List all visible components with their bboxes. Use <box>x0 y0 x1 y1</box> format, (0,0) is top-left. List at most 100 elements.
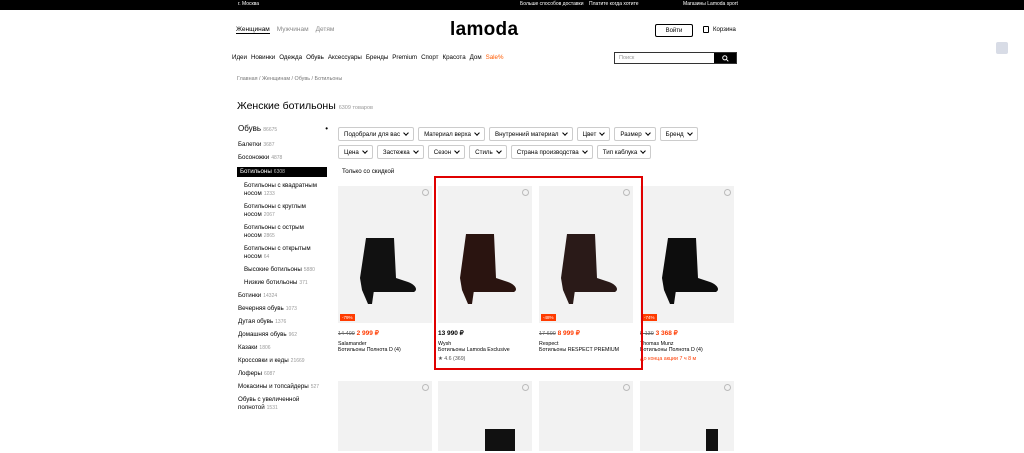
menu-item-shoes[interactable]: Обувь <box>306 54 324 61</box>
only-discount-toggle[interactable]: Только со скидкой <box>342 168 394 175</box>
logo[interactable]: lamoda <box>450 19 518 41</box>
sidebar-item[interactable]: Низкие ботильоны 371 <box>244 279 328 287</box>
favorite-heart-icon[interactable] <box>422 189 429 196</box>
tab-kids[interactable]: Детям <box>316 26 335 34</box>
product-card[interactable]: -79% 14 499 2 999 ₽ Salamander Ботильоны… <box>338 186 432 353</box>
sidebar-item[interactable]: Ботильоны с квадратным носом 1233 <box>244 182 328 198</box>
sidebar-item[interactable]: Ботильоны с круглым носом 2067 <box>244 203 328 219</box>
filter-chip[interactable]: Размер <box>614 127 656 141</box>
filter-chip[interactable]: Бренд <box>659 127 698 141</box>
chevron-down-icon <box>581 147 588 154</box>
menu-item-new[interactable]: Новинки <box>251 54 275 61</box>
cart-button[interactable]: Корзина <box>703 26 736 33</box>
old-price: 14 499 <box>338 331 355 337</box>
chevron-down-icon <box>362 147 368 154</box>
sidebar-item[interactable]: Высокие ботильоны 5880 <box>244 266 328 274</box>
favorite-heart-icon[interactable] <box>522 384 529 391</box>
search-button[interactable] <box>714 53 736 63</box>
boot-image <box>360 238 416 304</box>
filter-chip-label: Тип каблука <box>602 148 638 156</box>
sidebar-item-label: Ботильоны с открытым носом <box>244 245 311 260</box>
product-card[interactable]: -74% 5 139 3 368 ₽ Thomas Munz Ботильоны… <box>640 186 734 362</box>
page-title: Женские ботильоны 6309 товаров <box>237 100 373 112</box>
filter-bar: Подобрали для вас Материал верха Внутренни… <box>338 127 718 159</box>
sidebar-item[interactable]: Мокасины и топсайдеры 527 <box>238 383 328 391</box>
sidebar-item-count: 2865 <box>263 233 275 239</box>
product-image[interactable]: -79% <box>338 186 432 323</box>
filter-chip[interactable]: Внутренний материал <box>488 127 573 141</box>
translate-icon[interactable] <box>996 42 1008 54</box>
sidebar-item[interactable]: Казаки 1806 <box>238 344 328 352</box>
sidebar-item[interactable]: Ботильоны с острым носом 2865 <box>244 224 328 240</box>
tab-women[interactable]: Женщинам <box>236 26 270 34</box>
filter-chip[interactable]: Цена <box>338 145 373 159</box>
sidebar-item[interactable]: Обувь с увеличенной полнотой 1531 <box>238 396 328 412</box>
menu-item-sport[interactable]: Спорт <box>421 54 438 61</box>
payment-info[interactable]: Платите когда хотите <box>589 1 639 7</box>
city-selector[interactable]: г. Москва <box>238 1 259 7</box>
sidebar-item-label: Ботильоны <box>240 168 272 175</box>
filter-chip[interactable]: Застежка <box>376 145 424 159</box>
sidebar-head[interactable]: Обувь 86675 • <box>238 124 328 133</box>
search-bar: Поиск <box>614 52 737 64</box>
menu-item-home[interactable]: Дом <box>470 54 482 61</box>
favorite-heart-icon[interactable] <box>724 384 731 391</box>
sidebar-item[interactable]: Балетки 3687 <box>238 141 328 149</box>
filter-chip-label: Бренд <box>665 130 684 138</box>
product-name: Ботильоны Полнота D (4) <box>338 347 401 353</box>
filter-chip[interactable]: Тип каблука <box>596 145 652 159</box>
menu-item-clothes[interactable]: Одежда <box>279 54 302 61</box>
page-title-text: Женские ботильоны <box>237 100 336 112</box>
new-price: 2 999 ₽ <box>356 330 379 337</box>
sidebar-item[interactable]: Лоферы 6087 <box>238 370 328 378</box>
filter-chip[interactable]: Подобрали для вас <box>338 127 415 141</box>
search-input[interactable]: Поиск <box>615 53 714 63</box>
new-price: 3 368 ₽ <box>655 330 678 337</box>
menu-item-brands[interactable]: Бренды <box>366 54 388 61</box>
sidebar-item[interactable]: Домашняя обувь 962 <box>238 331 328 339</box>
product-image[interactable]: -74% <box>640 186 734 323</box>
sidebar-item-label: Домашняя обувь <box>238 331 287 338</box>
sidebar-item[interactable]: Дутая обувь 1376 <box>238 318 328 326</box>
menu-item-beauty[interactable]: Красота <box>442 54 465 61</box>
category-sidebar: Обувь 86675 • Балетки 3687 Босоножки 4878 Бо… <box>237 124 328 417</box>
filter-chip-label: Подобрали для вас <box>344 130 401 138</box>
sidebar-item-label: Ботильоны с квадратным носом <box>244 182 318 197</box>
filter-chip[interactable]: Страна производства <box>510 145 593 159</box>
search-icon <box>721 54 729 62</box>
sidebar-item[interactable]: Вечерняя обувь 1073 <box>238 305 328 313</box>
filter-chip-label: Страна производства <box>516 148 579 156</box>
favorite-heart-icon[interactable] <box>724 189 731 196</box>
filter-chip-label: Материал верха <box>424 130 471 138</box>
sidebar-item-count: 1233 <box>263 191 275 197</box>
breadcrumb[interactable]: Главная / Женщинам / Обувь / Ботильоны <box>237 76 342 82</box>
filter-chip[interactable]: Цвет <box>576 127 611 141</box>
menu-item-ideas[interactable]: Идеи <box>232 54 247 61</box>
sidebar-item-label: Мокасины и топсайдеры <box>238 383 309 390</box>
filter-chip[interactable]: Сезон <box>427 145 466 159</box>
sidebar-item[interactable]: Ботинки 14324 <box>238 292 328 300</box>
delivery-info[interactable]: Больше способов доставки <box>520 1 584 7</box>
filter-chip[interactable]: Стиль <box>469 145 507 159</box>
sidebar-item[interactable]: Ботильоны с открытым носом 64 <box>244 245 328 261</box>
favorite-heart-icon[interactable] <box>623 384 630 391</box>
sidebar-item[interactable]: Босоножки 4878 <box>238 154 328 162</box>
stores-info[interactable]: Магазины Lamoda sport <box>683 1 738 7</box>
sidebar-item-label: Дутая обувь <box>238 318 274 325</box>
favorite-heart-icon[interactable] <box>422 384 429 391</box>
tab-men[interactable]: Мужчинам <box>277 26 309 34</box>
sidebar-item[interactable]: Ботильоны 6308 <box>237 167 327 177</box>
filter-chip[interactable]: Материал верха <box>418 127 485 141</box>
sidebar-item-label: Вечерняя обувь <box>238 305 284 312</box>
login-button[interactable]: Войти <box>655 24 693 37</box>
menu-item-accessories[interactable]: Аксессуары <box>328 54 362 61</box>
menu-item-sale[interactable]: Sale% <box>486 54 504 61</box>
filter-chip-label: Сезон <box>433 148 452 156</box>
sidebar-item[interactable]: Кроссовки и кеды 21669 <box>238 357 328 365</box>
filter-chip-label: Размер <box>620 130 642 138</box>
cart-icon <box>703 26 709 33</box>
menu-item-premium[interactable]: Premium <box>392 54 417 61</box>
chevron-down-icon <box>640 147 647 154</box>
chevron-down-icon <box>454 147 460 154</box>
sidebar-item-count: 6308 <box>273 169 285 175</box>
